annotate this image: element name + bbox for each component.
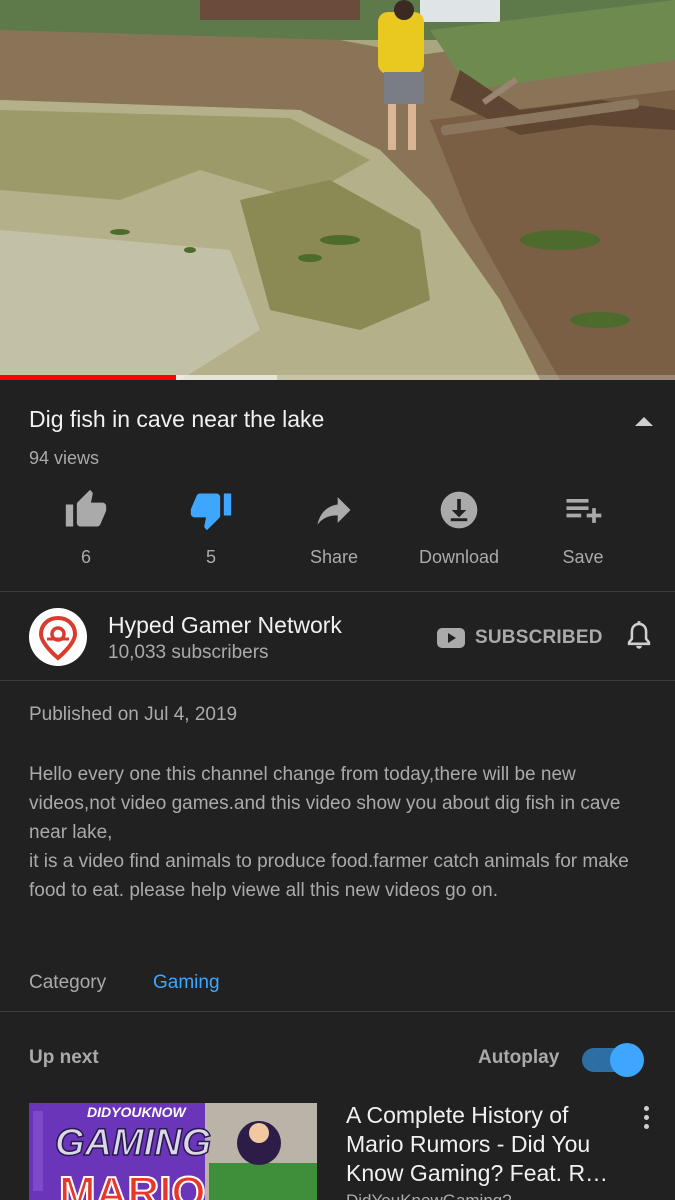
thumbs-down-icon (190, 493, 232, 531)
share-label: Share (309, 547, 359, 567)
video-player[interactable] (0, 0, 675, 380)
autoplay-label: Autoplay (478, 1047, 560, 1068)
recommended-video-channel: DidYouKnowGaming? (346, 1191, 512, 1200)
subscribed-label: SUBSCRIBED (475, 627, 603, 648)
toggle-knob (610, 1043, 644, 1077)
save-button[interactable]: Save (528, 488, 638, 568)
channel-name[interactable]: Hyped Gamer Network (108, 612, 342, 639)
video-info-section: Dig fish in cave near the lake 94 views … (0, 380, 675, 592)
video-description: Hello every one this channel change from… (29, 764, 629, 901)
thumbs-up-icon (65, 489, 107, 527)
download-label: Download (418, 547, 500, 567)
action-bar: 6 5 Share Download Save (0, 488, 675, 568)
playlist-add-icon (566, 499, 602, 523)
like-count: 6 (80, 547, 91, 567)
dislike-button[interactable]: 5 (156, 488, 266, 568)
thumb-text-1: DIDYOUKNOW (87, 1104, 188, 1120)
subscriber-count: 10,033 subscribers (108, 642, 269, 663)
youtube-play-icon (437, 628, 465, 648)
view-count: 94 views (29, 448, 100, 468)
category-label: Category (29, 972, 107, 993)
map-pin-icon (38, 615, 78, 661)
more-options-icon[interactable] (636, 1106, 656, 1132)
save-label: Save (562, 547, 604, 567)
up-next-label: Up next (29, 1047, 99, 1068)
video-title[interactable]: Dig fish in cave near the lake (29, 406, 324, 433)
chevron-up-icon (635, 417, 653, 426)
like-button[interactable]: 6 (31, 488, 141, 568)
subscribed-button[interactable]: SUBSCRIBED (437, 625, 603, 651)
collapse-description-button[interactable] (630, 410, 658, 434)
channel-avatar[interactable] (29, 608, 87, 666)
description-section: Published on Jul 4, 2019 Hello every one… (0, 682, 675, 1012)
recommended-video-title[interactable]: A Complete History of Mario Rumors - Did… (346, 1101, 626, 1191)
notification-bell-icon[interactable] (622, 619, 656, 653)
share-button[interactable]: Share (279, 488, 389, 568)
download-button[interactable]: Download (404, 488, 514, 568)
dislike-count: 5 (205, 547, 216, 567)
publish-date: Published on Jul 4, 2019 (29, 704, 238, 725)
thumb-text-3: MARIO (59, 1168, 206, 1200)
download-icon (440, 491, 478, 529)
channel-row: Hyped Gamer Network 10,033 subscribers S… (0, 593, 675, 681)
video-frame (0, 0, 675, 380)
thumbnail-art: DIDYOUKNOW GAMING MARIO (29, 1103, 317, 1200)
category-link[interactable]: Gaming (153, 972, 220, 994)
thumb-text-2: GAMING (55, 1122, 211, 1164)
share-icon (317, 497, 351, 525)
autoplay-toggle[interactable] (582, 1043, 646, 1077)
recommended-video-thumbnail[interactable]: DIDYOUKNOW GAMING MARIO (29, 1103, 317, 1200)
